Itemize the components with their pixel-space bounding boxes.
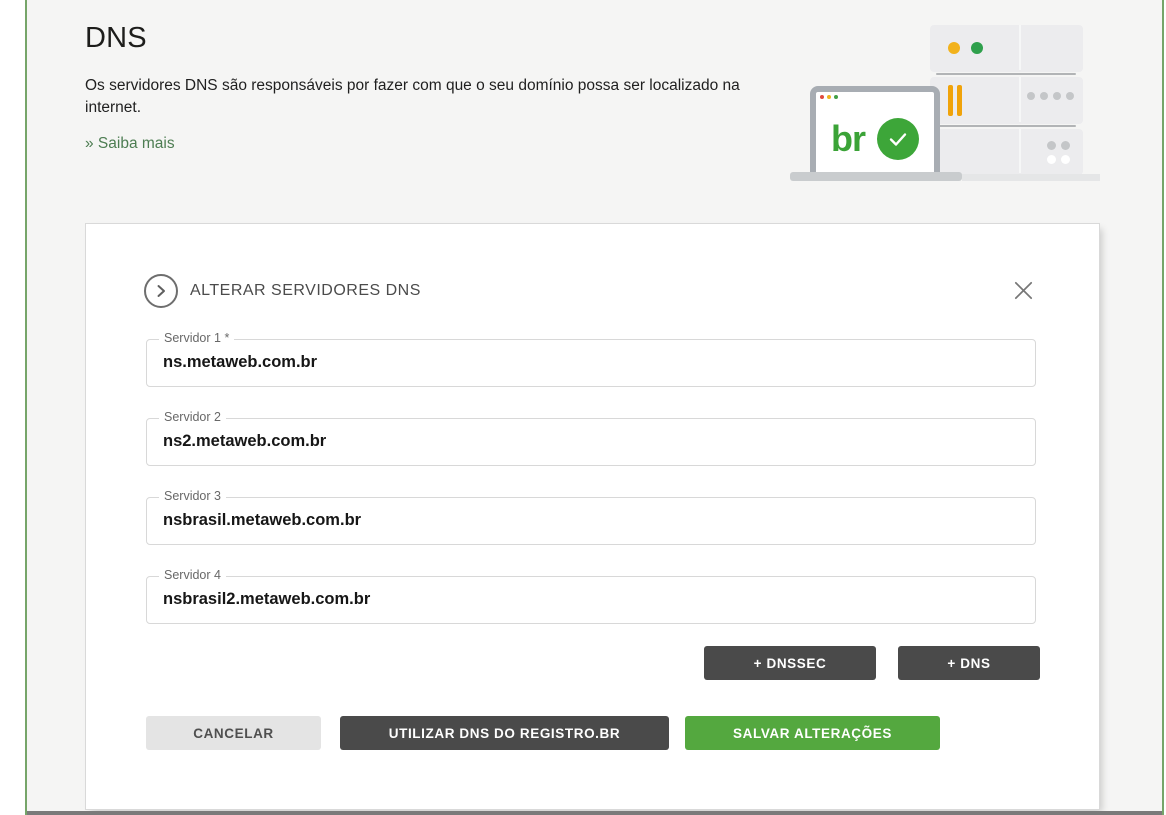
use-registro-dns-button[interactable]: UTILIZAR DNS DO REGISTRO.BR <box>340 716 669 750</box>
header-section: DNS Os servidores DNS são responsáveis p… <box>85 22 775 153</box>
browser-chrome-dots <box>820 95 838 101</box>
server-unit-middle <box>930 77 1083 124</box>
laptop-illustration: br <box>810 86 940 180</box>
server1-field-group: Servidor 1 * <box>146 339 1036 387</box>
server4-field-group: Servidor 4 <box>146 576 1036 624</box>
server-unit-bottom <box>930 129 1083 175</box>
add-dnssec-button[interactable]: + DNSSEC <box>704 646 876 680</box>
status-dot-yellow <box>948 42 960 54</box>
ground-shadow <box>962 174 1100 181</box>
cancel-button[interactable]: CANCELAR <box>146 716 321 750</box>
learn-more-link[interactable]: » Saiba mais <box>85 135 175 153</box>
server1-label: Servidor 1 * <box>159 331 234 345</box>
laptop-base <box>790 172 962 181</box>
status-dot-green <box>971 42 983 54</box>
server4-label: Servidor 4 <box>159 568 226 582</box>
server3-field-group: Servidor 3 <box>146 497 1036 545</box>
add-buttons-row: + DNSSEC + DNS <box>146 646 1040 680</box>
server4-input[interactable] <box>163 590 1011 609</box>
save-button[interactable]: SALVAR ALTERAÇÕES <box>685 716 940 750</box>
footer-bar <box>27 811 1162 815</box>
add-dns-button[interactable]: + DNS <box>898 646 1040 680</box>
collapse-arrow-button[interactable] <box>144 274 178 308</box>
server2-field-group: Servidor 2 <box>146 418 1036 466</box>
page-title: DNS <box>85 22 775 55</box>
dns-edit-panel: ALTERAR SERVIDORES DNS Servidor 1 * Serv… <box>85 223 1100 810</box>
page-description: Os servidores DNS são responsáveis por f… <box>85 75 750 120</box>
check-circle-icon <box>877 118 919 160</box>
dns-illustration: br <box>790 15 1102 187</box>
br-logo: br <box>831 121 865 157</box>
server2-label: Servidor 2 <box>159 410 226 424</box>
server1-input[interactable] <box>163 353 1011 372</box>
server-bar-icon <box>957 85 962 116</box>
server3-label: Servidor 3 <box>159 489 226 503</box>
server-unit-top <box>930 25 1083 72</box>
server-bar-icon <box>948 85 953 116</box>
close-icon <box>1012 279 1035 302</box>
server-fields: Servidor 1 * Servidor 2 Servidor 3 Servi… <box>146 339 1036 655</box>
chevron-right-icon <box>154 284 168 298</box>
server2-input[interactable] <box>163 432 1011 451</box>
panel-title: ALTERAR SERVIDORES DNS <box>190 274 421 308</box>
server3-input[interactable] <box>163 511 1011 530</box>
close-button[interactable] <box>1009 276 1037 304</box>
form-actions-row: CANCELAR UTILIZAR DNS DO REGISTRO.BR SAL… <box>146 716 940 750</box>
server-stack-illustration <box>930 25 1083 177</box>
panel-header: ALTERAR SERVIDORES DNS <box>144 274 1039 308</box>
